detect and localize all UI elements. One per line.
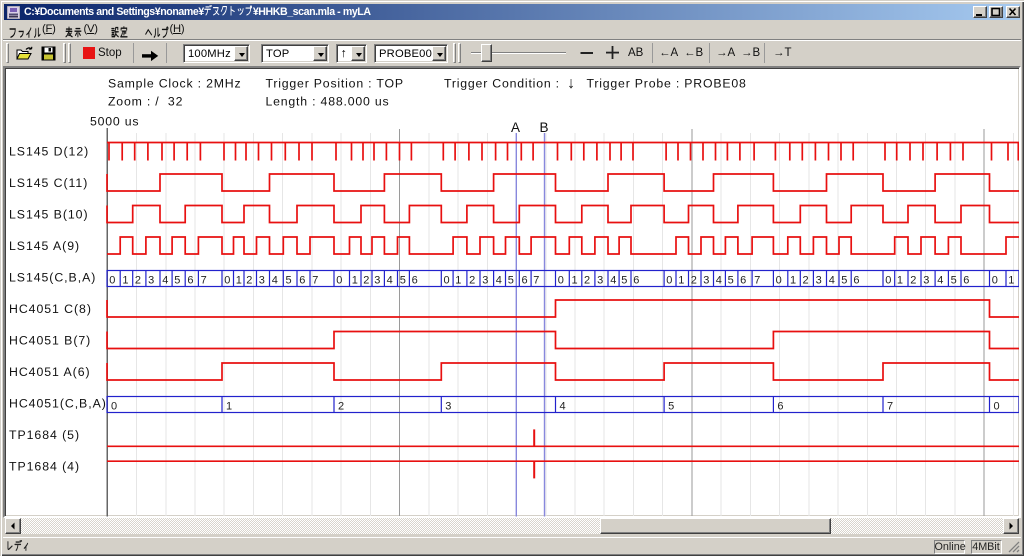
svg-text:6: 6: [187, 274, 193, 286]
svg-text:0: 0: [111, 400, 117, 412]
svg-text:3: 3: [374, 274, 380, 286]
svg-text:6: 6: [963, 274, 969, 286]
svg-text:4: 4: [560, 400, 566, 412]
svg-text:3: 3: [259, 274, 265, 286]
svg-text:B: B: [540, 120, 550, 135]
svg-text:TP1684 (5): TP1684 (5): [9, 428, 80, 442]
svg-text:0: 0: [109, 274, 115, 286]
svg-text:LS145 C(11): LS145 C(11): [9, 176, 88, 190]
svg-text:3: 3: [703, 274, 709, 286]
svg-text:1: 1: [572, 274, 578, 286]
svg-text:6: 6: [777, 400, 783, 412]
svg-text:5: 5: [621, 274, 627, 286]
svg-text:HC4051 C(8): HC4051 C(8): [9, 302, 92, 316]
svg-text:6: 6: [633, 274, 639, 286]
svg-text:Length : 488.000 us: Length : 488.000 us: [266, 95, 390, 109]
svg-text:LS145 D(12): LS145 D(12): [9, 144, 89, 158]
svg-text:1: 1: [897, 274, 903, 286]
svg-text:4: 4: [162, 274, 168, 286]
svg-text:5: 5: [951, 274, 957, 286]
svg-text:1: 1: [790, 274, 796, 286]
svg-text:1: 1: [236, 274, 242, 286]
svg-text:5: 5: [174, 274, 180, 286]
svg-text:HC4051 A(6): HC4051 A(6): [9, 365, 91, 379]
svg-text:1: 1: [678, 274, 684, 286]
svg-text:4: 4: [829, 274, 835, 286]
svg-text:0: 0: [558, 274, 564, 286]
svg-text:2: 2: [803, 274, 809, 286]
svg-text:2: 2: [246, 274, 252, 286]
svg-text:HC4051(C,B,A): HC4051(C,B,A): [9, 396, 107, 410]
svg-text:6: 6: [853, 274, 859, 286]
svg-text:3: 3: [445, 400, 451, 412]
svg-text:2: 2: [338, 400, 344, 412]
svg-text:4: 4: [716, 274, 722, 286]
svg-text:5: 5: [508, 274, 514, 286]
svg-text:6: 6: [412, 274, 418, 286]
svg-text:2: 2: [910, 274, 916, 286]
svg-text:3: 3: [597, 274, 603, 286]
svg-text:7: 7: [201, 274, 207, 286]
svg-text:1: 1: [226, 400, 232, 412]
svg-text:2: 2: [469, 274, 475, 286]
svg-text:TP1684 (4): TP1684 (4): [9, 459, 80, 473]
svg-text:5: 5: [728, 274, 734, 286]
svg-text:Sample Clock : 2MHz: Sample Clock : 2MHz: [108, 77, 241, 91]
svg-text:2: 2: [584, 274, 590, 286]
svg-text:5: 5: [400, 274, 406, 286]
svg-text:3: 3: [816, 274, 822, 286]
svg-text:2: 2: [363, 274, 369, 286]
svg-text:7: 7: [312, 274, 318, 286]
svg-text:LS145 A(9): LS145 A(9): [9, 239, 80, 253]
svg-text:1: 1: [1008, 274, 1014, 286]
svg-text:3: 3: [482, 274, 488, 286]
svg-text:0: 0: [885, 274, 891, 286]
svg-text:2: 2: [135, 274, 141, 286]
svg-text:Trigger Condition : ↓: Trigger Condition : ↓: [444, 75, 576, 92]
svg-text:LS145 B(10): LS145 B(10): [9, 207, 89, 221]
svg-text:0: 0: [992, 274, 998, 286]
svg-text:0: 0: [444, 274, 450, 286]
svg-text:5: 5: [841, 274, 847, 286]
svg-text:0: 0: [336, 274, 342, 286]
svg-text:1: 1: [455, 274, 461, 286]
svg-text:0: 0: [666, 274, 672, 286]
svg-text:0: 0: [994, 400, 1000, 412]
svg-text:4: 4: [610, 274, 616, 286]
svg-text:Zoom : / 32: Zoom : / 32: [108, 95, 183, 109]
svg-text:6: 6: [522, 274, 528, 286]
svg-text:0: 0: [224, 274, 230, 286]
svg-text:6: 6: [299, 274, 305, 286]
svg-text:7: 7: [887, 400, 893, 412]
svg-text:4: 4: [496, 274, 502, 286]
svg-text:HC4051 B(7): HC4051 B(7): [9, 333, 91, 347]
svg-text:LS145(C,B,A): LS145(C,B,A): [9, 270, 96, 284]
svg-text:4: 4: [272, 274, 278, 286]
svg-text:A: A: [511, 120, 521, 135]
svg-text:7: 7: [533, 274, 539, 286]
svg-text:6: 6: [740, 274, 746, 286]
svg-text:4: 4: [387, 274, 393, 286]
svg-text:0: 0: [776, 274, 782, 286]
svg-text:1: 1: [352, 274, 358, 286]
svg-text:7: 7: [754, 274, 760, 286]
svg-text:5000 us: 5000 us: [90, 115, 139, 129]
svg-text:2: 2: [691, 274, 697, 286]
svg-text:Trigger Position : TOP: Trigger Position : TOP: [266, 77, 404, 91]
svg-text:Trigger Probe : PROBE08: Trigger Probe : PROBE08: [587, 77, 747, 91]
svg-text:4: 4: [937, 274, 943, 286]
svg-text:3: 3: [923, 274, 929, 286]
svg-text:1: 1: [122, 274, 128, 286]
svg-text:5: 5: [668, 400, 674, 412]
svg-text:5: 5: [286, 274, 292, 286]
svg-text:3: 3: [148, 274, 154, 286]
